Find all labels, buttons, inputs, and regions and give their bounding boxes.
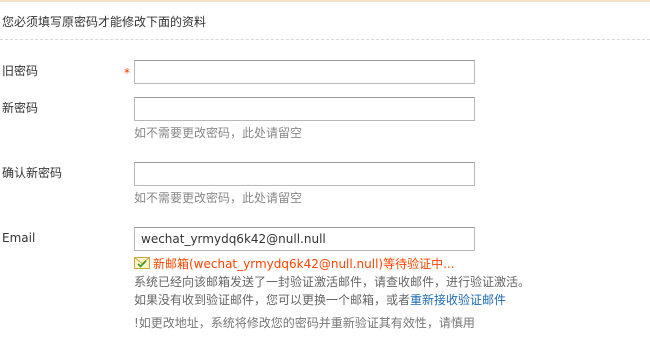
- new-password-label: 新密码: [2, 101, 39, 115]
- new-password-input[interactable]: [134, 97, 475, 121]
- email-label: Email: [2, 231, 36, 245]
- confirm-password-hint: 如不需要更改密码，此处请留空: [134, 191, 303, 205]
- confirm-password-input[interactable]: [134, 162, 475, 186]
- email-input[interactable]: [134, 227, 475, 251]
- email-change-warning: !如更改地址，系统将修改您的密码并重新验证其有效性，请慎用: [134, 316, 475, 330]
- old-password-input[interactable]: [134, 60, 475, 84]
- email-not-received-line: 如果没有收到验证邮件，您可以更换一个邮箱，或者重新接收验证邮件: [134, 291, 506, 309]
- old-password-label: 旧密码: [2, 64, 39, 78]
- email-pending-status: 新邮箱(wechat_yrmydq6k42@null.null)等待验证中...: [134, 255, 455, 273]
- password-required-notice: 您必须填写原密码才能修改下面的资料: [0, 8, 650, 40]
- confirm-password-label: 确认新密码: [2, 166, 63, 180]
- required-asterisk: *: [124, 66, 130, 80]
- mail-check-icon: [134, 257, 150, 269]
- top-border: [0, 0, 650, 2]
- email-sent-info: 系统已经向该邮箱发送了一封验证激活邮件，请查收邮件，进行验证激活。: [134, 275, 531, 289]
- email-not-received-text: 如果没有收到验证邮件，您可以更换一个邮箱，或者: [134, 293, 411, 307]
- new-password-hint: 如不需要更改密码，此处请留空: [134, 126, 303, 140]
- resend-verification-link[interactable]: 重新接收验证邮件: [410, 293, 506, 307]
- email-pending-text: 新邮箱(wechat_yrmydq6k42@null.null)等待验证中...: [153, 257, 455, 271]
